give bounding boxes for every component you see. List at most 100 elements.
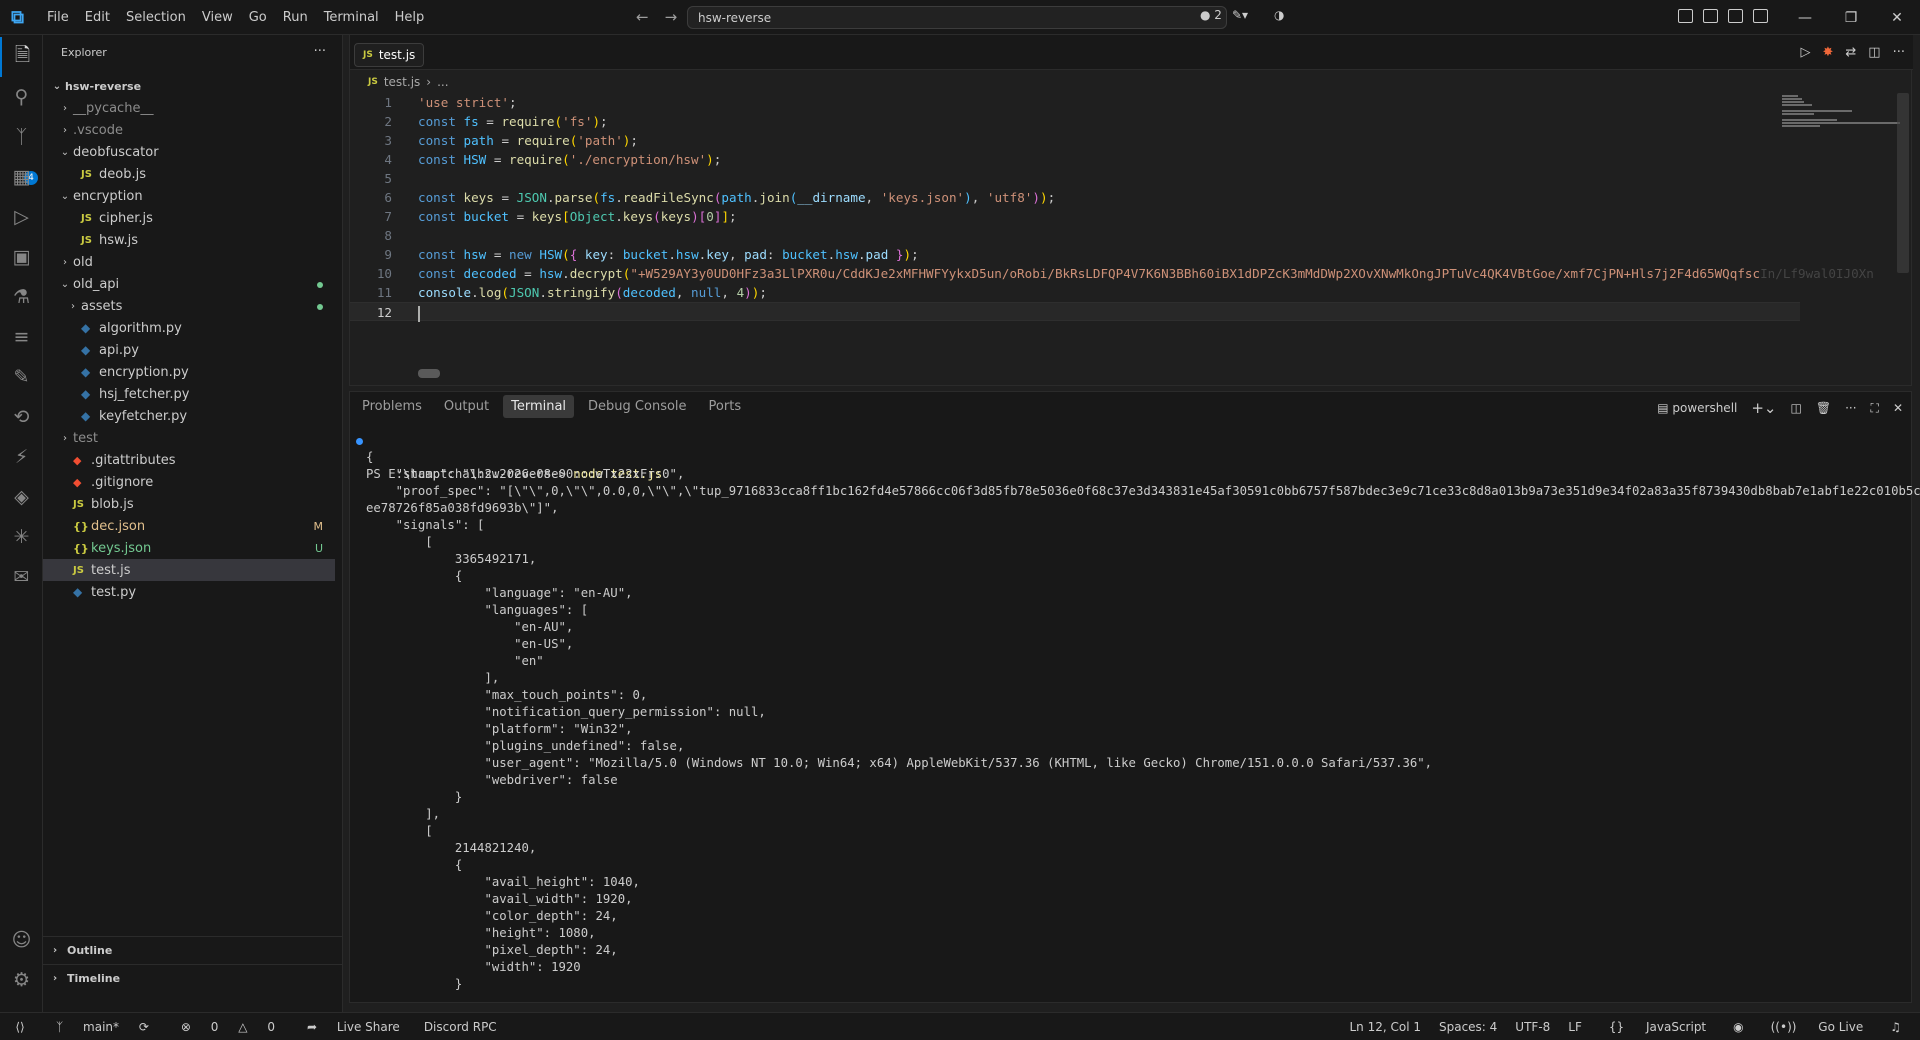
workspace-root-folder[interactable]: ⌄ hsw-reverse bbox=[43, 75, 335, 97]
code-line[interactable]: 5 bbox=[350, 169, 1800, 188]
timeline-section[interactable]: › Timeline bbox=[43, 964, 343, 992]
code-line[interactable]: 12 bbox=[350, 302, 1800, 322]
file-gitignore[interactable]: ◆ .gitignore bbox=[43, 471, 335, 493]
live-share-status[interactable]: ➦ Live Share bbox=[291, 1020, 416, 1034]
folder-test[interactable]: › test bbox=[43, 427, 335, 449]
accounts-globe-icon[interactable]: ◑ bbox=[1274, 8, 1284, 22]
accounts-icon[interactable]: ☺ bbox=[0, 920, 43, 960]
restore-icon[interactable]: ❐ bbox=[1828, 0, 1874, 35]
minimap[interactable] bbox=[1780, 93, 1900, 193]
menu-view[interactable]: View bbox=[194, 0, 241, 35]
code-line[interactable]: 7 const bucket = keys[Object.keys(keys)[0… bbox=[350, 207, 1800, 226]
folder-deobfuscator[interactable]: ⌄ deobfuscator bbox=[43, 141, 335, 163]
gitlens-icon[interactable]: ≡ bbox=[0, 317, 43, 357]
menu-selection[interactable]: Selection bbox=[118, 0, 194, 35]
menu-file[interactable]: File bbox=[39, 0, 77, 35]
close-panel-icon[interactable]: ✕ bbox=[1893, 401, 1903, 415]
code-line[interactable]: 2 const fs = require('fs'); bbox=[350, 112, 1800, 131]
file-cipher-js[interactable]: JS cipher.js bbox=[43, 207, 335, 229]
file-api-py[interactable]: ◆ api.py bbox=[43, 339, 335, 361]
code-line[interactable]: 3 const path = require('path'); bbox=[350, 131, 1800, 150]
go-live-button[interactable]: ((•)) Go Live bbox=[1753, 1020, 1882, 1034]
terminal-profile[interactable]: ▤ powershell bbox=[1657, 401, 1737, 415]
folder-assets[interactable]: › assets bbox=[43, 295, 335, 317]
code-line[interactable]: 9 const hsw = new HSW({ key: bucket.hsw.k… bbox=[350, 245, 1800, 264]
more-actions-icon[interactable]: ··· bbox=[314, 44, 326, 59]
tab-test-js[interactable]: JS test.js bbox=[354, 43, 425, 67]
problems-indicator[interactable]: ⊗ 0 △ 0 bbox=[165, 1020, 291, 1034]
copilot-chat-icon[interactable]: ✎▾ bbox=[1232, 8, 1248, 22]
language-mode[interactable]: {} JavaScript bbox=[1591, 1020, 1724, 1034]
explorer-icon[interactable]: 🗎 bbox=[0, 37, 43, 77]
manage-gear-icon[interactable]: ⚙ bbox=[0, 960, 43, 1000]
end-of-line[interactable]: LF bbox=[1559, 1020, 1591, 1034]
file-deob-js[interactable]: JS deob.js bbox=[43, 163, 335, 185]
extensions-icon[interactable]: ▦ bbox=[0, 157, 43, 197]
maximize-panel-icon[interactable]: ⛶ bbox=[1871, 401, 1879, 416]
tab-problems[interactable]: Problems bbox=[354, 395, 430, 418]
code-line[interactable]: 8 bbox=[350, 226, 1800, 245]
notifications-bell-icon[interactable]: ♫ bbox=[1881, 1020, 1910, 1034]
encoding[interactable]: UTF-8 bbox=[1506, 1020, 1559, 1034]
folder-encryption[interactable]: ⌄ encryption bbox=[43, 185, 335, 207]
editor-more-icon[interactable]: ··· bbox=[1893, 45, 1905, 60]
file-blob-js[interactable]: JS blob.js bbox=[43, 493, 335, 515]
folder-old[interactable]: › old bbox=[43, 251, 335, 273]
debug-bug-icon[interactable]: ✸ bbox=[1822, 45, 1833, 60]
menu-edit[interactable]: Edit bbox=[77, 0, 118, 35]
chat-icon[interactable]: ✉ bbox=[0, 557, 43, 597]
close-window-icon[interactable]: ✕ bbox=[1874, 0, 1920, 35]
code-line[interactable]: 11 console.log(JSON.stringify(decoded, nu… bbox=[350, 283, 1800, 302]
branch-indicator[interactable]: ᛉ main* ⟳ bbox=[40, 1020, 165, 1034]
toggle-panel-icon[interactable] bbox=[1728, 9, 1743, 23]
outline-section[interactable]: › Outline bbox=[43, 936, 343, 964]
indentation[interactable]: Spaces: 4 bbox=[1430, 1020, 1506, 1034]
cursor-position[interactable]: Ln 12, Col 1 bbox=[1340, 1020, 1430, 1034]
run-file-icon[interactable]: ▷ bbox=[1800, 45, 1810, 60]
remote-explorer-icon[interactable]: ▣ bbox=[0, 237, 43, 277]
new-terminal-icon[interactable]: +⌄ bbox=[1751, 399, 1776, 417]
remote-indicator-icon[interactable]: ⟨⟩ bbox=[0, 1013, 40, 1040]
live-share-icon[interactable]: ⟲ bbox=[0, 397, 43, 437]
compare-changes-icon[interactable]: ⇄ bbox=[1845, 45, 1856, 60]
kill-terminal-icon[interactable]: 🗑 bbox=[1816, 401, 1831, 415]
toggle-secondary-sidebar-icon[interactable] bbox=[1753, 9, 1768, 23]
code-line[interactable]: 10 const decoded = hsw.decrypt("+W529AY3y… bbox=[350, 264, 1874, 283]
tab-terminal[interactable]: Terminal bbox=[503, 395, 575, 418]
editor-vertical-scrollbar[interactable] bbox=[1897, 93, 1909, 273]
forward-arrow-icon[interactable]: → bbox=[665, 8, 678, 26]
editor-horizontal-scrollbar[interactable] bbox=[418, 369, 440, 378]
menu-run[interactable]: Run bbox=[275, 0, 316, 35]
paint-brush-icon[interactable]: ✎ bbox=[0, 357, 43, 397]
folder-vscode[interactable]: › .vscode bbox=[43, 119, 335, 141]
minimize-icon[interactable]: — bbox=[1782, 0, 1828, 35]
file-dec-json[interactable]: {} dec.json M bbox=[43, 515, 335, 537]
file-encryption-py[interactable]: ◆ encryption.py bbox=[43, 361, 335, 383]
folder-pycache[interactable]: › __pycache__ bbox=[43, 97, 335, 119]
breadcrumb-file[interactable]: test.js bbox=[384, 75, 420, 89]
notification-count-badge[interactable]: ● 2 bbox=[1200, 8, 1222, 22]
toggle-sidebar-icon[interactable] bbox=[1703, 9, 1718, 23]
file-hsj-fetcher-py[interactable]: ◆ hsj_fetcher.py bbox=[43, 383, 335, 405]
breadcrumb-symbol[interactable]: ... bbox=[437, 75, 448, 89]
split-editor-icon[interactable]: ◫ bbox=[1868, 45, 1880, 60]
terminal-more-icon[interactable]: ··· bbox=[1845, 401, 1856, 415]
tab-debug-console[interactable]: Debug Console bbox=[580, 395, 695, 418]
command-center-search[interactable]: hsw-reverse bbox=[687, 6, 1227, 29]
folder-old-api[interactable]: ⌄ old_api bbox=[43, 273, 335, 295]
customize-layout-icon[interactable] bbox=[1678, 9, 1693, 23]
spark-icon[interactable]: ✳ bbox=[0, 517, 43, 557]
discord-rpc-status[interactable]: Discord RPC bbox=[416, 1020, 505, 1034]
file-keyfetcher-py[interactable]: ◆ keyfetcher.py bbox=[43, 405, 335, 427]
file-gitattributes[interactable]: ◆ .gitattributes bbox=[43, 449, 335, 471]
code-line[interactable]: 4 const HSW = require('./encryption/hsw')… bbox=[350, 150, 1800, 169]
menu-terminal[interactable]: Terminal bbox=[316, 0, 387, 35]
file-hsw-js[interactable]: JS hsw.js bbox=[43, 229, 335, 251]
split-terminal-icon[interactable]: ◫ bbox=[1791, 401, 1802, 415]
menu-help[interactable]: Help bbox=[387, 0, 433, 35]
file-keys-json[interactable]: {} keys.json U bbox=[43, 537, 335, 559]
code-line[interactable]: 6 const keys = JSON.parse(fs.readFileSync… bbox=[350, 188, 1800, 207]
testing-icon[interactable]: ⚗ bbox=[0, 277, 43, 317]
source-control-icon[interactable]: ᛉ bbox=[0, 117, 43, 157]
file-test-py[interactable]: ◆ test.py bbox=[43, 581, 335, 603]
